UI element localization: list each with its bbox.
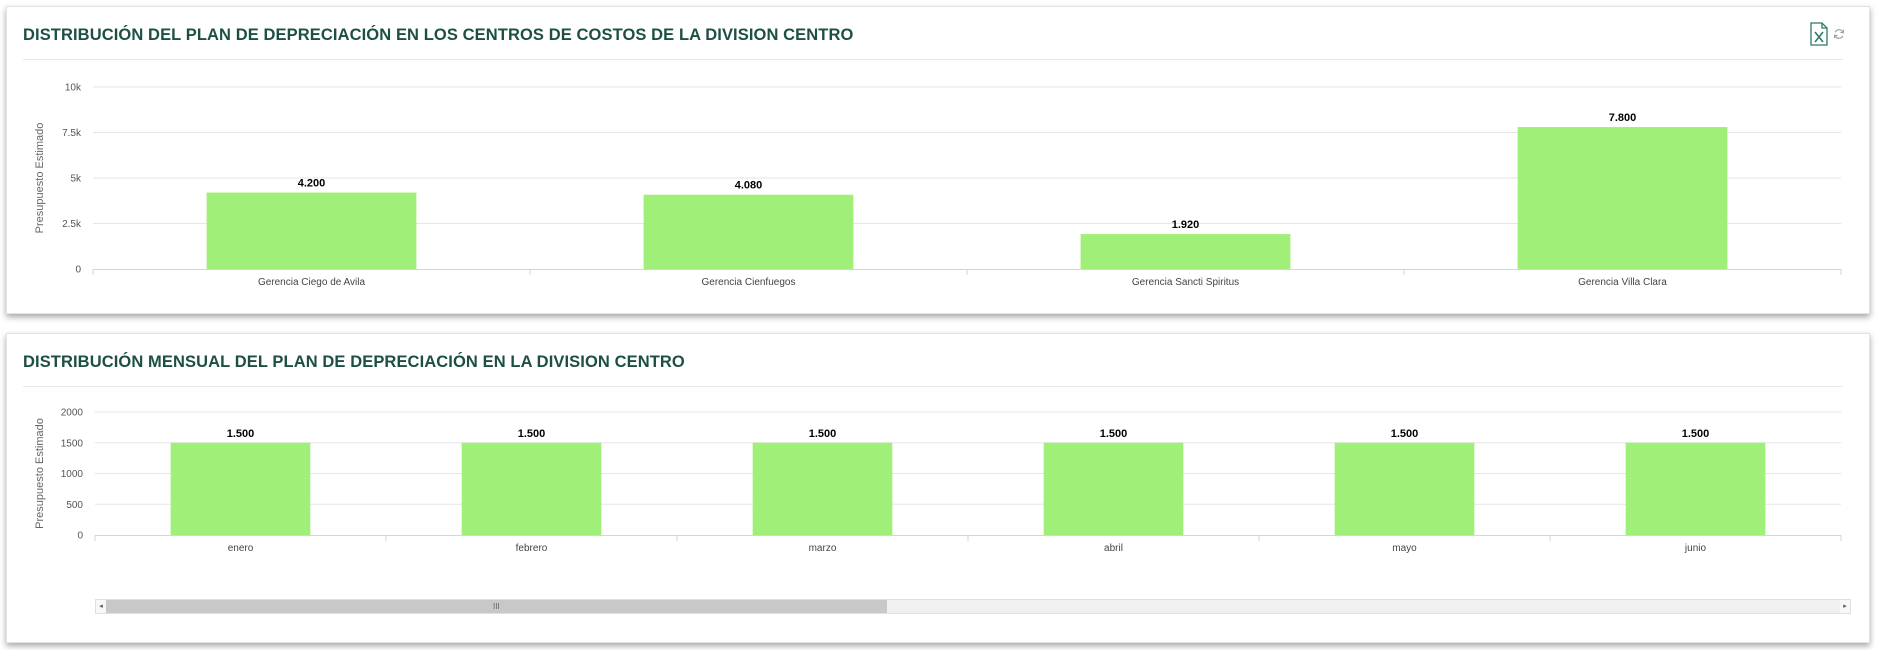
y-tick-label: 2000 <box>61 408 84 419</box>
y-tick-label: 500 <box>66 500 83 511</box>
chart-scrollbar[interactable]: ◂ III ▸ <box>95 599 1851 614</box>
y-axis-title: Presupuesto Estimado <box>34 418 46 529</box>
panel-title: DISTRIBUCIÓN DEL PLAN DE DEPRECIACIÓN EN… <box>23 26 854 44</box>
cost-center-bar-chart: 0 2.5k 5k 7.5k 10k Presupuesto Estimado 4.200 G… <box>34 83 1842 288</box>
excel-icon <box>1810 22 1828 46</box>
title-divider <box>23 386 1843 387</box>
refresh-button[interactable] <box>1833 28 1845 40</box>
y-axis-title: Presupuesto Estimado <box>34 123 46 234</box>
excel-export-button[interactable] <box>1809 22 1829 46</box>
scroll-right-arrow[interactable]: ▸ <box>1840 600 1850 613</box>
x-tick-label: mayo <box>1392 543 1417 554</box>
y-tick-label: 1000 <box>61 469 84 480</box>
data-label: 1.500 <box>809 428 837 440</box>
bar <box>1334 442 1475 535</box>
x-tick-label: Gerencia Ciego de Avila <box>258 277 366 288</box>
bar <box>1080 234 1291 269</box>
refresh-icon <box>1833 29 1845 39</box>
panel-title: DISTRIBUCIÓN MENSUAL DEL PLAN DE DEPRECI… <box>23 353 685 371</box>
data-label: 4.080 <box>735 180 763 192</box>
bar <box>752 442 893 535</box>
data-label: 7.800 <box>1609 112 1637 124</box>
bar <box>643 194 854 269</box>
y-tick-label: 2.5k <box>62 219 82 230</box>
y-tick-label: 5k <box>70 174 82 185</box>
data-label: 1.500 <box>1391 428 1419 440</box>
monthly-depreciation-panel: DISTRIBUCIÓN MENSUAL DEL PLAN DE DEPRECI… <box>6 333 1870 643</box>
bar <box>1625 442 1766 535</box>
data-label: 1.920 <box>1172 219 1200 231</box>
x-tick-label: junio <box>1684 543 1707 554</box>
x-tick-label: febrero <box>516 543 548 554</box>
data-label: 1.500 <box>227 428 255 440</box>
bar <box>170 442 311 535</box>
x-tick-label: marzo <box>809 543 837 554</box>
x-tick-label: enero <box>228 543 254 554</box>
y-tick-label: 0 <box>77 531 83 542</box>
panel-toolbar <box>1809 22 1845 46</box>
monthly-bar-chart: 0 500 1000 1500 2000 Presupuesto Estimado 1.50… <box>34 408 1842 554</box>
bar <box>1517 127 1728 269</box>
bar <box>461 442 602 535</box>
scrollbar-grip: III <box>493 602 500 611</box>
title-divider <box>23 59 1843 60</box>
x-tick-label: Gerencia Sancti Spiritus <box>1132 277 1239 288</box>
x-tick-label: Gerencia Cienfuegos <box>702 277 796 288</box>
x-tick-label: Gerencia Villa Clara <box>1578 277 1667 288</box>
y-tick-label: 10k <box>65 83 82 94</box>
scrollbar-thumb[interactable]: III <box>106 600 887 613</box>
data-label: 4.200 <box>298 178 326 190</box>
y-tick-label: 7.5k <box>62 128 82 139</box>
depreciation-by-cost-center-panel: DISTRIBUCIÓN DEL PLAN DE DEPRECIACIÓN EN… <box>6 6 1870 314</box>
y-tick-label: 0 <box>75 265 81 276</box>
bar <box>1043 442 1184 535</box>
x-tick-label: abril <box>1104 543 1123 554</box>
data-label: 1.500 <box>1682 428 1710 440</box>
data-label: 1.500 <box>1100 428 1128 440</box>
scroll-left-arrow[interactable]: ◂ <box>96 600 106 613</box>
y-tick-label: 1500 <box>61 438 84 449</box>
data-label: 1.500 <box>518 428 546 440</box>
bar <box>206 192 417 269</box>
